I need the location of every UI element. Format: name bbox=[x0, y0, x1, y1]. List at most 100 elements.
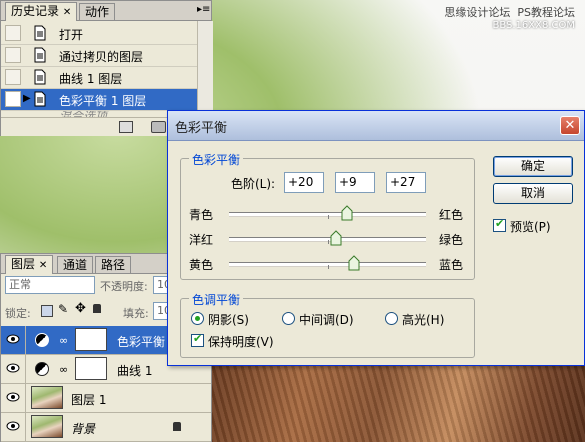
shadows-label[interactable]: 阴影(S) bbox=[208, 311, 249, 328]
levels-yellow-blue-input[interactable]: +27 bbox=[386, 172, 426, 193]
close-icon[interactable]: ✕ bbox=[39, 260, 47, 271]
color-balance-dialog: 色彩平衡 ✕ 色彩平衡 色阶(L): +20 +9 +27 青色 红色 洋红 绿… bbox=[167, 110, 585, 366]
divider bbox=[25, 384, 26, 412]
history-checkbox[interactable] bbox=[5, 69, 21, 85]
opacity-label: 不透明度: bbox=[100, 280, 148, 293]
watermark-line3: BBS.16XX8.COM bbox=[492, 20, 575, 31]
snapshot-camera-icon[interactable] bbox=[151, 121, 166, 133]
lock-transparency-icon[interactable] bbox=[41, 305, 53, 317]
layer-mask-thumbnail[interactable] bbox=[75, 328, 107, 351]
layer-row-layer1[interactable]: 图层 1 bbox=[1, 384, 211, 413]
lock-icon bbox=[173, 422, 181, 431]
tab-channels[interactable]: 通道 bbox=[57, 256, 94, 273]
panel-menu-icon[interactable]: ▸≡ bbox=[197, 4, 210, 15]
highlights-label[interactable]: 高光(H) bbox=[402, 311, 444, 328]
slider-label-blue: 蓝色 bbox=[439, 258, 464, 272]
lock-label: 锁定: bbox=[5, 307, 31, 320]
history-item-label: 通过拷贝的图层 bbox=[59, 50, 144, 64]
history-item-label: 色彩平衡 1 图层 bbox=[59, 94, 147, 108]
history-item[interactable]: 曲线 1 图层 bbox=[1, 67, 197, 89]
fill-label: 填充: bbox=[123, 307, 149, 320]
divider bbox=[25, 326, 26, 354]
link-icon[interactable]: ∞ bbox=[59, 363, 68, 376]
history-checkbox[interactable] bbox=[5, 25, 21, 41]
slider-label-cyan: 青色 bbox=[189, 208, 214, 222]
adjustment-layer-icon bbox=[35, 362, 49, 376]
new-document-icon[interactable] bbox=[119, 121, 133, 133]
close-button[interactable]: ✕ bbox=[560, 116, 580, 135]
watermark-line2: PS教程论坛 bbox=[517, 6, 575, 19]
history-item-selected[interactable]: ▶ 色彩平衡 1 图层 bbox=[1, 89, 197, 111]
tab-layers[interactable]: 图层 ✕ bbox=[5, 255, 54, 274]
layer-thumbnail[interactable] bbox=[31, 386, 63, 409]
preserve-luminosity-checkbox[interactable]: ✔ bbox=[191, 332, 204, 347]
ok-button[interactable]: 确定 bbox=[493, 156, 573, 177]
watermark: 思缘设计论坛 PS教程论坛 BBS.16XX8.COM bbox=[444, 6, 575, 32]
tone-balance-group: 色调平衡 阴影(S) 中间调(D) 高光(H) ✔ 保持明度(V) bbox=[180, 291, 475, 358]
layer-row-background[interactable]: 背景 bbox=[1, 413, 211, 442]
history-item-label: 曲线 1 图层 bbox=[59, 72, 123, 86]
layer-name: 曲线 1 bbox=[117, 364, 153, 378]
history-checkbox[interactable] bbox=[5, 47, 21, 63]
lock-pixels-icon[interactable]: ✎ bbox=[58, 302, 68, 316]
shadows-radio[interactable] bbox=[191, 312, 204, 325]
slider-center-tick bbox=[328, 240, 329, 244]
layer-thumbnail[interactable] bbox=[31, 415, 63, 438]
layer-name: 图层 1 bbox=[71, 393, 107, 407]
preview-label[interactable]: 预览(P) bbox=[510, 218, 551, 235]
highlights-radio[interactable] bbox=[385, 312, 398, 325]
slider-center-tick bbox=[328, 215, 329, 219]
tab-history[interactable]: 历史记录 ✕ bbox=[5, 2, 78, 21]
history-checkbox[interactable] bbox=[5, 91, 21, 107]
cyan-red-slider-thumb[interactable] bbox=[341, 205, 353, 221]
tab-actions[interactable]: 动作 bbox=[79, 3, 116, 20]
history-scrollbar[interactable] bbox=[197, 21, 213, 116]
blend-mode-select[interactable]: 正常 bbox=[5, 276, 95, 294]
history-item[interactable]: 打开 bbox=[1, 23, 197, 45]
group-title: 色调平衡 bbox=[189, 291, 244, 308]
color-balance-group: 色彩平衡 色阶(L): +20 +9 +27 青色 红色 洋红 绿色 黄色 蓝色 bbox=[180, 151, 475, 280]
yellow-blue-slider-thumb[interactable] bbox=[348, 255, 360, 271]
dialog-titlebar[interactable]: 色彩平衡 ✕ bbox=[168, 111, 584, 141]
midtones-radio[interactable] bbox=[282, 312, 295, 325]
divider bbox=[25, 413, 26, 441]
cancel-button[interactable]: 取消 bbox=[493, 183, 573, 204]
slider-label-yellow: 黄色 bbox=[189, 258, 214, 272]
history-tab-row: 历史记录 ✕ 动作 ▸≡ bbox=[1, 1, 211, 21]
preview-checkbox[interactable]: ✔ bbox=[493, 217, 506, 232]
link-icon[interactable]: ∞ bbox=[59, 334, 68, 347]
slider-center-tick bbox=[328, 265, 329, 269]
levels-label: 色阶(L): bbox=[231, 177, 276, 191]
adjustment-layer-icon bbox=[35, 333, 49, 347]
layer-mask-thumbnail[interactable] bbox=[75, 357, 107, 380]
slider-label-green: 绿色 bbox=[439, 233, 464, 247]
eye-icon[interactable] bbox=[6, 363, 20, 373]
levels-cyan-red-input[interactable]: +20 bbox=[284, 172, 324, 193]
radio-dot bbox=[195, 316, 200, 321]
preserve-luminosity-label[interactable]: 保持明度(V) bbox=[208, 333, 274, 350]
lock-all-icon[interactable] bbox=[93, 304, 101, 313]
lock-position-icon[interactable]: ✥ bbox=[75, 301, 86, 316]
check-icon: ✔ bbox=[495, 217, 505, 230]
magenta-green-slider-thumb[interactable] bbox=[330, 230, 342, 246]
check-icon: ✔ bbox=[193, 332, 203, 345]
history-state-marker-icon[interactable]: ▶ bbox=[23, 93, 31, 104]
watermark-line1: 思缘设计论坛 PS教程论坛 bbox=[444, 6, 575, 19]
document-icon bbox=[34, 91, 46, 107]
canvas-hair-texture bbox=[210, 360, 585, 442]
document-icon bbox=[34, 25, 46, 41]
document-icon bbox=[34, 47, 46, 63]
history-item[interactable]: 通过拷贝的图层 bbox=[1, 45, 197, 67]
eye-icon[interactable] bbox=[6, 392, 20, 402]
tab-paths[interactable]: 路径 bbox=[95, 256, 132, 273]
divider bbox=[25, 355, 26, 383]
levels-magenta-green-input[interactable]: +9 bbox=[335, 172, 375, 193]
midtones-label[interactable]: 中间调(D) bbox=[299, 311, 354, 328]
close-icon[interactable]: ✕ bbox=[63, 7, 71, 18]
group-title: 色彩平衡 bbox=[189, 151, 244, 168]
eye-icon[interactable] bbox=[6, 421, 20, 431]
document-icon bbox=[34, 69, 46, 85]
history-item-label: 打开 bbox=[59, 28, 84, 42]
eye-icon[interactable] bbox=[6, 334, 20, 344]
layer-name: 背景 bbox=[71, 422, 96, 436]
